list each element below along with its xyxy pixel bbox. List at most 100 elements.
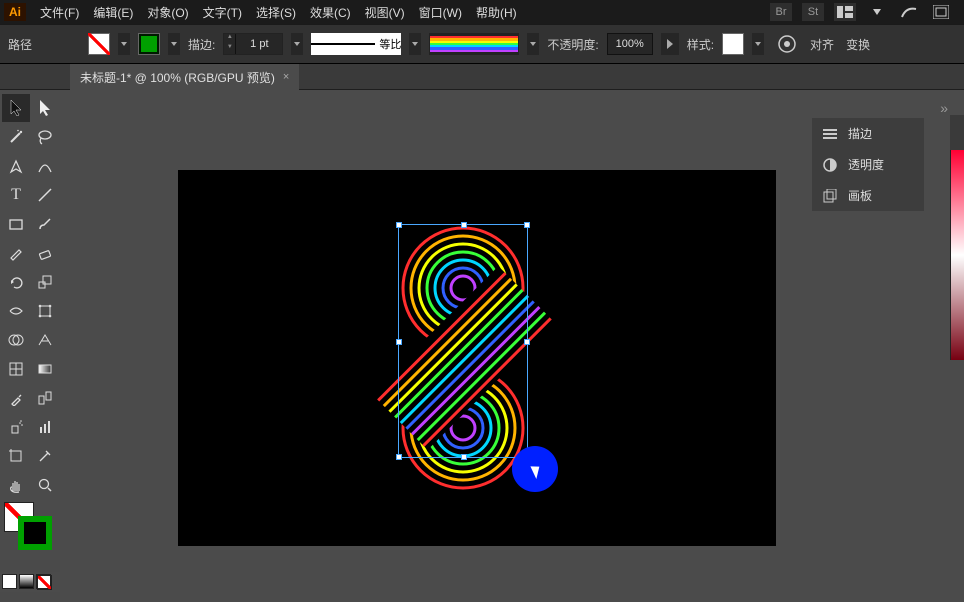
right-panel-expand[interactable]: » <box>940 100 948 116</box>
lasso-tool[interactable] <box>31 123 59 151</box>
artboard[interactable] <box>178 170 776 546</box>
ws-dropdown-arrow[interactable] <box>866 3 888 21</box>
stroke-up-icon[interactable]: ▲ <box>224 34 235 44</box>
bridge-button[interactable]: Br <box>770 3 792 21</box>
rectangle-tool[interactable] <box>2 210 30 238</box>
shaper-tool[interactable] <box>2 239 30 267</box>
gradient-mode[interactable] <box>19 574 34 589</box>
panel-stroke[interactable]: 描边 <box>812 118 924 149</box>
artboard-tool[interactable] <box>2 442 30 470</box>
opacity-label: 不透明度: <box>547 36 598 53</box>
stroke-down-icon[interactable]: ▼ <box>224 44 235 54</box>
menu-select[interactable]: 选择(S) <box>250 1 302 24</box>
stroke-weight-dropdown[interactable] <box>291 33 303 55</box>
perspective-icon <box>37 332 53 348</box>
align-label[interactable]: 对齐 <box>810 36 834 53</box>
color-mode[interactable] <box>2 574 17 589</box>
menu-view[interactable]: 视图(V) <box>359 1 411 24</box>
stroke-dropdown[interactable] <box>168 33 180 55</box>
stroke-swatch[interactable] <box>138 33 160 55</box>
document-tab-close[interactable]: × <box>283 71 289 83</box>
bbox-handle-mr[interactable] <box>524 339 530 345</box>
opacity-more[interactable] <box>661 33 679 55</box>
capture-button[interactable] <box>898 3 920 21</box>
bbox-handle-bl[interactable] <box>396 454 402 460</box>
stroke-weight-stepper[interactable]: ▲▼ <box>223 33 283 55</box>
hand-tool[interactable] <box>2 471 30 499</box>
menu-edit[interactable]: 编辑(E) <box>87 1 139 24</box>
menubar: Ai 文件(F) 编辑(E) 对象(O) 文字(T) 选择(S) 效果(C) 视… <box>0 0 964 24</box>
eraser-tool[interactable] <box>31 239 59 267</box>
magic-wand-tool[interactable] <box>2 123 30 151</box>
width-profile[interactable]: 等比 <box>311 33 401 55</box>
shape-builder-tool[interactable] <box>2 326 30 354</box>
pen-tool[interactable] <box>2 152 30 180</box>
bbox-handle-tl[interactable] <box>396 222 402 228</box>
bbox-handle-tc[interactable] <box>461 222 467 228</box>
opacity-value[interactable]: 100% <box>607 33 653 55</box>
panel-artboards[interactable]: 画板 <box>812 180 924 211</box>
scale-tool[interactable] <box>31 268 59 296</box>
width-tool[interactable] <box>2 297 30 325</box>
stroke-weight-input[interactable] <box>236 34 282 54</box>
blend-tool[interactable] <box>31 384 59 412</box>
arrange-button[interactable] <box>930 3 952 21</box>
menu-help[interactable]: 帮助(H) <box>470 1 523 24</box>
eyedropper-tool[interactable] <box>2 384 30 412</box>
menu-file[interactable]: 文件(F) <box>34 1 85 24</box>
direct-selection-tool[interactable] <box>31 94 59 122</box>
type-tool[interactable]: T <box>2 181 30 209</box>
menu-object[interactable]: 对象(O) <box>141 1 194 24</box>
graph-tool[interactable] <box>31 413 59 441</box>
style-label: 样式: <box>687 36 714 53</box>
curvature-tool[interactable] <box>31 152 59 180</box>
perspective-tool[interactable] <box>31 326 59 354</box>
chevron-down-icon <box>755 42 761 46</box>
gradient-tool[interactable] <box>31 355 59 383</box>
brush-dropdown[interactable] <box>527 33 539 55</box>
fill-stroke-widget[interactable] <box>0 500 60 560</box>
menu-effect[interactable]: 效果(C) <box>304 1 357 24</box>
mesh-tool[interactable] <box>2 355 30 383</box>
brush-definition[interactable] <box>429 33 519 55</box>
right-edge-color-panel[interactable] <box>950 150 964 360</box>
recolor-art-button[interactable] <box>776 33 798 55</box>
fill-swatch[interactable] <box>88 33 110 55</box>
profile-dropdown[interactable] <box>409 33 421 55</box>
menubar-right-cluster: Br St <box>770 3 960 21</box>
menu-text[interactable]: 文字(T) <box>197 1 248 24</box>
chevron-down-icon <box>121 42 127 46</box>
curve-pen-icon <box>37 158 53 174</box>
transform-label[interactable]: 变换 <box>846 36 870 53</box>
chevron-down-icon <box>412 42 418 46</box>
paintbrush-tool[interactable] <box>31 210 59 238</box>
ws-layout-button[interactable] <box>834 3 856 21</box>
spray-icon <box>8 419 24 435</box>
line-tool[interactable] <box>31 181 59 209</box>
stock-button[interactable]: St <box>802 3 824 21</box>
slice-tool[interactable] <box>31 442 59 470</box>
menu-window[interactable]: 窗口(W) <box>413 1 468 24</box>
bbox-handle-bc[interactable] <box>461 454 467 460</box>
zoom-tool[interactable] <box>31 471 59 499</box>
default-stroke-swatch[interactable] <box>18 516 52 550</box>
free-transform-tool[interactable] <box>31 297 59 325</box>
rotate-tool[interactable] <box>2 268 30 296</box>
type-icon: T <box>11 186 21 204</box>
selection-bounding-box[interactable] <box>398 224 528 458</box>
bbox-handle-tr[interactable] <box>524 222 530 228</box>
graphic-style-swatch[interactable] <box>722 33 744 55</box>
none-mode[interactable] <box>36 574 51 589</box>
style-dropdown[interactable] <box>752 33 764 55</box>
selection-tool[interactable] <box>2 94 30 122</box>
panel-artboards-label: 画板 <box>848 187 872 204</box>
mesh-icon <box>8 361 24 377</box>
bbox-handle-ml[interactable] <box>396 339 402 345</box>
fill-dropdown[interactable] <box>118 33 130 55</box>
document-tab[interactable]: 未标题-1* @ 100% (RGB/GPU 预览) × <box>70 64 299 90</box>
lasso-icon <box>37 129 53 145</box>
symbol-spray-tool[interactable] <box>2 413 30 441</box>
hand-icon <box>8 477 24 493</box>
app-logo: Ai <box>4 3 26 21</box>
panel-transparency[interactable]: 透明度 <box>812 149 924 180</box>
